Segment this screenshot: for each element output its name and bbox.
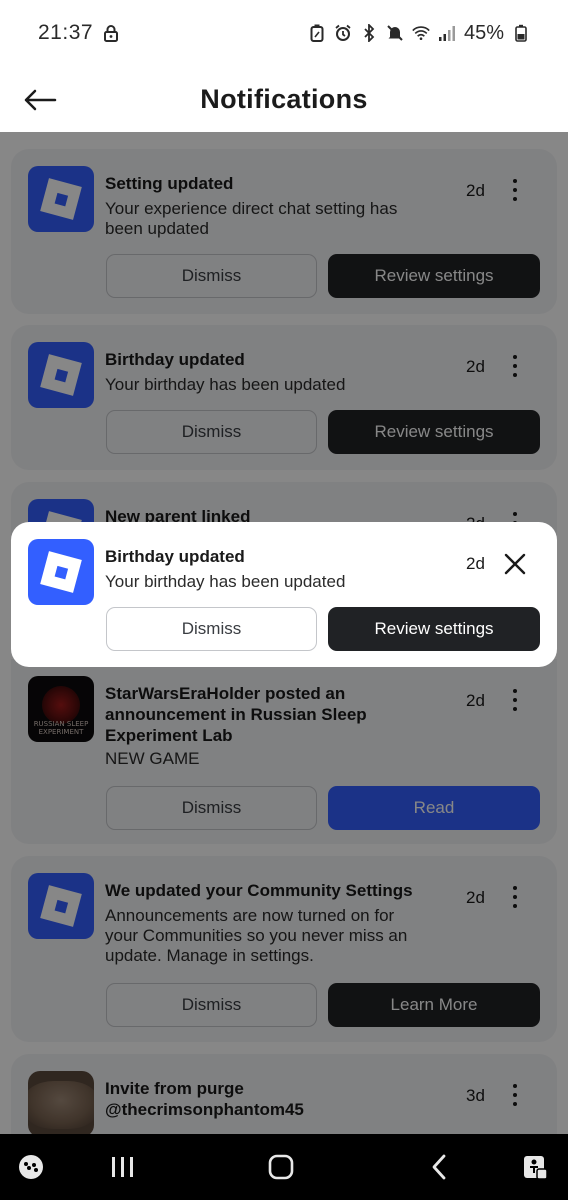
status-bar: 21:37 45% xyxy=(0,0,568,66)
notification-title: Birthday updated xyxy=(105,547,245,566)
wifi-icon xyxy=(412,24,430,42)
game-launcher-icon[interactable] xyxy=(16,1152,46,1182)
arrow-left-icon xyxy=(24,89,57,111)
review-settings-button[interactable]: Review settings xyxy=(328,607,540,651)
close-icon xyxy=(504,553,526,575)
notification-age: 2d xyxy=(466,554,485,573)
bluetooth-icon xyxy=(360,24,378,42)
dismiss-button[interactable]: Dismiss xyxy=(106,607,317,651)
home-icon[interactable] xyxy=(266,1152,296,1182)
notification-body: Your birthday has been updated xyxy=(105,572,346,591)
system-nav-bar xyxy=(0,1134,568,1200)
battery-icon xyxy=(512,24,530,42)
accessibility-icon[interactable] xyxy=(520,1152,550,1182)
back-icon[interactable] xyxy=(424,1152,454,1182)
app-header: Notifications xyxy=(0,66,568,132)
lock-icon xyxy=(103,24,119,42)
battery-percent: 45% xyxy=(463,21,504,44)
page-title: Notifications xyxy=(200,83,368,114)
signal-icon xyxy=(438,24,456,42)
recent-apps-icon[interactable] xyxy=(108,1152,138,1182)
status-time: 21:37 xyxy=(38,21,94,44)
back-button[interactable] xyxy=(20,80,60,120)
alarm-icon xyxy=(334,24,352,42)
close-button[interactable] xyxy=(501,550,529,578)
roblox-logo-icon xyxy=(28,539,94,605)
battery-saver-icon xyxy=(308,24,326,42)
status-icons: 45% xyxy=(308,22,530,45)
mute-icon xyxy=(386,24,404,42)
focused-notification-card: Birthday updated Your birthday has been … xyxy=(11,522,557,667)
